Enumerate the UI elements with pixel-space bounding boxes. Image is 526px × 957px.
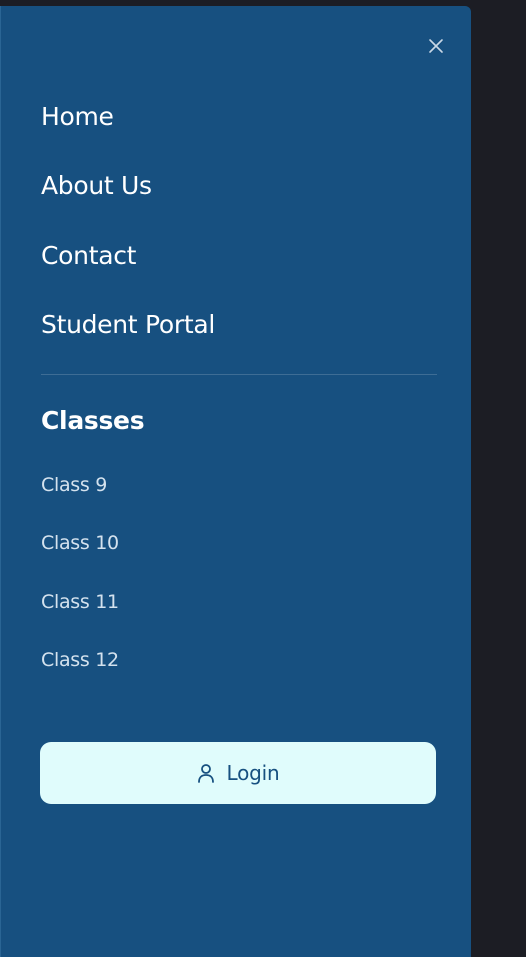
nav-link-student-portal[interactable]: Student Portal [41,310,215,339]
close-button[interactable] [424,34,448,58]
user-icon [197,763,215,783]
nav-link-home[interactable]: Home [41,102,114,131]
class-link-11[interactable]: Class 11 [41,591,119,613]
class-link-12[interactable]: Class 12 [41,649,119,671]
nav-link-contact[interactable]: Contact [41,241,136,270]
nav-link-about-us[interactable]: About Us [41,171,152,200]
login-label: Login [226,761,280,785]
login-button[interactable]: Login [40,742,436,804]
divider [41,374,437,375]
close-icon [428,38,444,54]
classes-heading: Classes [41,406,145,435]
class-link-9[interactable]: Class 9 [41,474,107,496]
mobile-menu-drawer: Home About Us Contact Student Portal Cla… [0,6,471,957]
class-link-10[interactable]: Class 10 [41,532,119,554]
